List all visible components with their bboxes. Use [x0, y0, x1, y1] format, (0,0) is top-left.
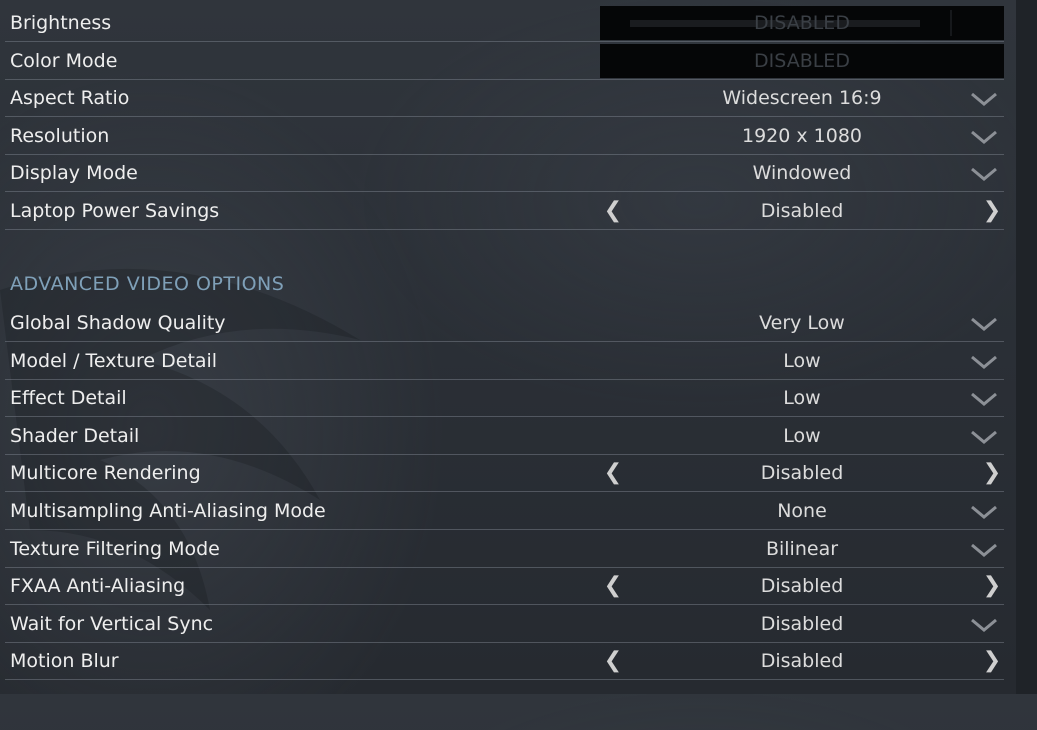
section-header-advanced-video-options: ADVANCED VIDEO OPTIONS: [10, 273, 285, 295]
setting-value[interactable]: Widescreen 16:9: [600, 87, 1004, 109]
setting-label: Laptop Power Savings: [10, 200, 220, 222]
setting-label: Brightness: [10, 12, 112, 34]
setting-label: Effect Detail: [10, 387, 127, 410]
arrow-right-icon[interactable]: ❯: [982, 198, 1002, 223]
arrow-left-icon[interactable]: ❮: [603, 648, 623, 673]
setting-row-model-texture-detail[interactable]: Model / Texture Detail Low: [5, 342, 1004, 380]
chevron-down-icon[interactable]: [970, 542, 998, 558]
setting-row-shader-detail[interactable]: Shader Detail Low: [5, 417, 1004, 455]
setting-label: Wait for Vertical Sync: [10, 612, 214, 635]
setting-row-brightness[interactable]: Brightness DISABLED: [5, 4, 1004, 42]
arrow-right-icon[interactable]: ❯: [982, 648, 1002, 673]
setting-row-global-shadow-quality[interactable]: Global Shadow Quality Very Low: [5, 304, 1004, 342]
setting-value[interactable]: Windowed: [600, 162, 1004, 184]
setting-value: Disabled: [760, 200, 844, 222]
arrow-right-icon[interactable]: ❯: [982, 460, 1002, 485]
setting-label: Texture Filtering Mode: [10, 537, 220, 560]
setting-value[interactable]: Very Low: [600, 312, 1004, 334]
setting-row-display-mode[interactable]: Display Mode Windowed: [5, 154, 1004, 193]
arrow-left-icon[interactable]: ❮: [603, 573, 623, 598]
setting-value[interactable]: Low: [600, 350, 1004, 372]
setting-label: Color Mode: [10, 49, 118, 72]
chevron-down-icon[interactable]: [970, 91, 998, 107]
setting-row-laptop-power-savings[interactable]: Laptop Power Savings Disabled ❮ ❯: [5, 192, 1004, 230]
chevron-down-icon[interactable]: [970, 129, 998, 145]
arrow-left-icon[interactable]: ❮: [603, 198, 623, 223]
setting-label: Display Mode: [10, 162, 138, 185]
setting-label: Shader Detail: [10, 424, 140, 447]
setting-value: Disabled: [760, 575, 844, 598]
chevron-down-icon[interactable]: [970, 166, 998, 182]
setting-label: FXAA Anti-Aliasing: [10, 575, 186, 598]
chevron-down-icon[interactable]: [970, 429, 998, 445]
setting-value[interactable]: Disabled: [600, 613, 1004, 635]
setting-value[interactable]: 1920 x 1080: [600, 125, 1004, 147]
setting-label: Multicore Rendering: [10, 462, 201, 485]
setting-row-wait-for-vertical-sync[interactable]: Wait for Vertical Sync Disabled: [5, 605, 1004, 643]
setting-row-resolution[interactable]: Resolution 1920 x 1080: [5, 117, 1004, 155]
setting-row-multisampling-anti-aliasing-mode[interactable]: Multisampling Anti-Aliasing Mode None: [5, 492, 1004, 530]
setting-row-aspect-ratio[interactable]: Aspect Ratio Widescreen 16:9: [5, 79, 1004, 118]
panel-edge: [1016, 0, 1037, 694]
chevron-down-icon[interactable]: [970, 354, 998, 370]
setting-value[interactable]: Low: [600, 425, 1004, 447]
setting-value[interactable]: Low: [600, 387, 1004, 409]
setting-row-texture-filtering-mode[interactable]: Texture Filtering Mode Bilinear: [5, 530, 1004, 568]
arrow-left-icon[interactable]: ❮: [603, 460, 623, 485]
setting-row-color-mode[interactable]: Color Mode DISABLED: [5, 42, 1004, 80]
setting-value: DISABLED: [754, 12, 850, 34]
setting-value: DISABLED: [754, 49, 850, 72]
setting-row-effect-detail[interactable]: Effect Detail Low: [5, 379, 1004, 418]
setting-row-multicore-rendering[interactable]: Multicore Rendering Disabled ❮ ❯: [5, 454, 1004, 493]
setting-row-motion-blur[interactable]: Motion Blur Disabled ❮ ❯: [5, 642, 1004, 681]
setting-value[interactable]: None: [600, 500, 1004, 522]
setting-value: Disabled: [760, 462, 844, 485]
chevron-down-icon[interactable]: [970, 504, 998, 520]
setting-label: Aspect Ratio: [10, 87, 130, 110]
chevron-down-icon[interactable]: [970, 316, 998, 332]
setting-row-fxaa-anti-aliasing[interactable]: FXAA Anti-Aliasing Disabled ❮ ❯: [5, 567, 1004, 606]
arrow-right-icon[interactable]: ❯: [982, 573, 1002, 598]
setting-label: Global Shadow Quality: [10, 312, 226, 334]
setting-label: Motion Blur: [10, 650, 119, 673]
setting-value[interactable]: Bilinear: [600, 538, 1004, 560]
setting-label: Model / Texture Detail: [10, 349, 218, 372]
setting-label: Resolution: [10, 124, 110, 147]
setting-label: Multisampling Anti-Aliasing Mode: [10, 500, 326, 522]
chevron-down-icon[interactable]: [970, 391, 998, 407]
setting-value: Disabled: [760, 650, 844, 673]
chevron-down-icon[interactable]: [970, 617, 998, 633]
